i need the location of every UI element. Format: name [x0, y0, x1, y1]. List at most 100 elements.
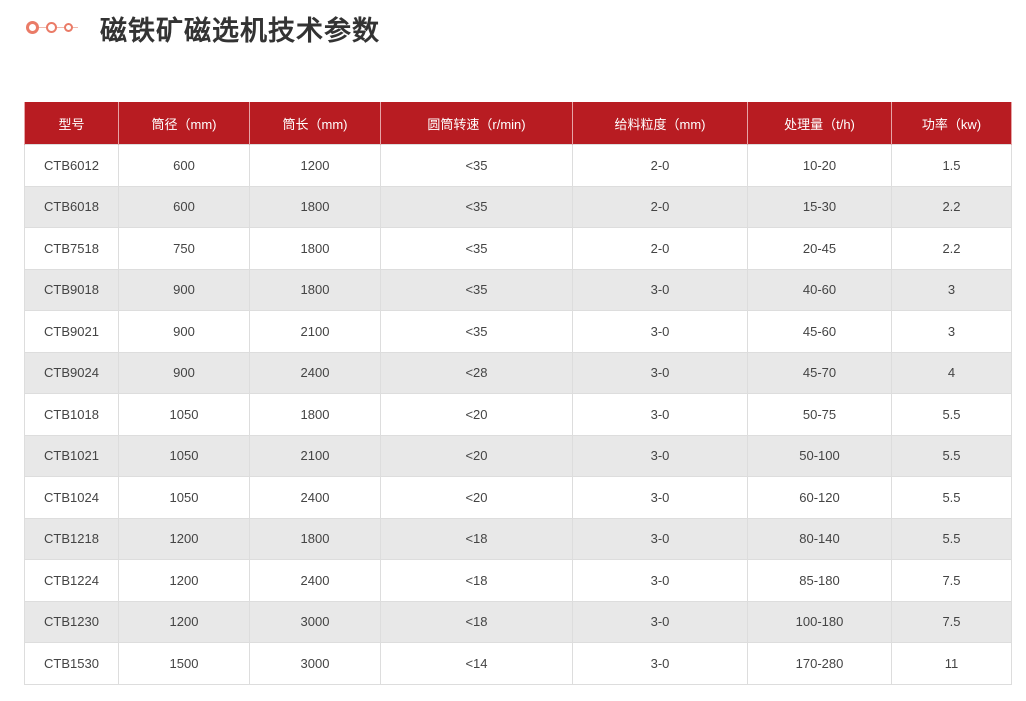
cell-drum-length: 1800 — [249, 227, 381, 270]
cell-drum-speed: <18 — [380, 517, 573, 560]
cell-feed-size: 3-0 — [572, 600, 748, 643]
cell-drum-diameter: 600 — [118, 185, 250, 228]
cell-model: CTB6012 — [24, 144, 119, 187]
table-row: CTB6018 600 1800 <35 2-0 15-30 2.2 — [24, 185, 1012, 228]
cell-model: CTB7518 — [24, 227, 119, 270]
cell-drum-diameter: 1200 — [118, 517, 250, 560]
cell-capacity: 10-20 — [747, 144, 892, 187]
cell-drum-speed: <20 — [380, 476, 573, 519]
cell-drum-length: 2100 — [249, 310, 381, 353]
cell-power: 1.5 — [891, 144, 1012, 187]
header-drum-speed: 圆筒转速（r/min) — [380, 102, 573, 145]
table-row: CTB9024 900 2400 <28 3-0 45-70 4 — [24, 351, 1012, 394]
cell-capacity: 45-60 — [747, 310, 892, 353]
table-row: CTB1018 1050 1800 <20 3-0 50-75 5.5 — [24, 393, 1012, 436]
cell-drum-speed: <18 — [380, 559, 573, 602]
cell-drum-length: 1200 — [249, 144, 381, 187]
table-row: CTB1224 1200 2400 <18 3-0 85-180 7.5 — [24, 559, 1012, 602]
table-row: CTB9018 900 1800 <35 3-0 40-60 3 — [24, 268, 1012, 311]
table-header-row: 型号 筒径（mm) 筒长（mm) 圆筒转速（r/min) 给料粒度（mm) 处理… — [24, 102, 1012, 145]
cell-feed-size: 2-0 — [572, 227, 748, 270]
cell-model: CTB9021 — [24, 310, 119, 353]
header-power: 功率（kw) — [891, 102, 1012, 145]
cell-model: CTB1021 — [24, 434, 119, 477]
cell-drum-diameter: 1050 — [118, 476, 250, 519]
cell-drum-diameter: 600 — [118, 144, 250, 187]
header-feed-size: 给料粒度（mm) — [572, 102, 748, 145]
cell-drum-speed: <20 — [380, 434, 573, 477]
cell-power: 2.2 — [891, 185, 1012, 228]
cell-power: 7.5 — [891, 600, 1012, 643]
cell-drum-length: 1800 — [249, 185, 381, 228]
cell-drum-diameter: 900 — [118, 351, 250, 394]
cell-feed-size: 3-0 — [572, 268, 748, 311]
table-row: CTB1530 1500 3000 <14 3-0 170-280 11 — [24, 642, 1012, 685]
cell-drum-speed: <35 — [380, 227, 573, 270]
cell-drum-length: 1800 — [249, 393, 381, 436]
cell-model: CTB1018 — [24, 393, 119, 436]
cell-feed-size: 3-0 — [572, 434, 748, 477]
cell-power: 5.5 — [891, 393, 1012, 436]
cell-model: CTB1224 — [24, 559, 119, 602]
cell-drum-length: 2100 — [249, 434, 381, 477]
decorative-dots-icon — [26, 18, 82, 38]
cell-drum-length: 2400 — [249, 476, 381, 519]
table-row: CTB1218 1200 1800 <18 3-0 80-140 5.5 — [24, 517, 1012, 560]
cell-model: CTB9018 — [24, 268, 119, 311]
cell-drum-diameter: 900 — [118, 268, 250, 311]
cell-capacity: 50-75 — [747, 393, 892, 436]
cell-feed-size: 3-0 — [572, 310, 748, 353]
cell-model: CTB1530 — [24, 642, 119, 685]
header-capacity: 处理量（t/h) — [747, 102, 892, 145]
table-row: CTB1021 1050 2100 <20 3-0 50-100 5.5 — [24, 434, 1012, 477]
cell-drum-diameter: 900 — [118, 310, 250, 353]
cell-drum-diameter: 1200 — [118, 600, 250, 643]
cell-power: 3 — [891, 310, 1012, 353]
cell-model: CTB1024 — [24, 476, 119, 519]
cell-feed-size: 3-0 — [572, 351, 748, 394]
header-drum-diameter: 筒径（mm) — [118, 102, 250, 145]
table-row: CTB1230 1200 3000 <18 3-0 100-180 7.5 — [24, 600, 1012, 643]
cell-drum-diameter: 1050 — [118, 393, 250, 436]
cell-model: CTB6018 — [24, 185, 119, 228]
cell-power: 11 — [891, 642, 1012, 685]
cell-capacity: 80-140 — [747, 517, 892, 560]
cell-capacity: 100-180 — [747, 600, 892, 643]
spec-table: 型号 筒径（mm) 筒长（mm) 圆筒转速（r/min) 给料粒度（mm) 处理… — [24, 102, 1012, 685]
cell-capacity: 85-180 — [747, 559, 892, 602]
cell-feed-size: 2-0 — [572, 144, 748, 187]
table-row: CTB6012 600 1200 <35 2-0 10-20 1.5 — [24, 144, 1012, 187]
cell-drum-length: 2400 — [249, 351, 381, 394]
cell-capacity: 50-100 — [747, 434, 892, 477]
cell-drum-length: 2400 — [249, 559, 381, 602]
cell-capacity: 170-280 — [747, 642, 892, 685]
cell-drum-speed: <18 — [380, 600, 573, 643]
cell-drum-diameter: 1050 — [118, 434, 250, 477]
cell-drum-speed: <35 — [380, 310, 573, 353]
cell-drum-diameter: 1200 — [118, 559, 250, 602]
cell-drum-speed: <35 — [380, 185, 573, 228]
cell-drum-speed: <35 — [380, 144, 573, 187]
cell-model: CTB9024 — [24, 351, 119, 394]
cell-feed-size: 3-0 — [572, 476, 748, 519]
page-title: 磁铁矿磁选机技术参数 — [100, 15, 380, 47]
cell-feed-size: 2-0 — [572, 185, 748, 228]
cell-capacity: 20-45 — [747, 227, 892, 270]
cell-drum-length: 1800 — [249, 517, 381, 560]
header-drum-length: 筒长（mm) — [249, 102, 381, 145]
cell-capacity: 60-120 — [747, 476, 892, 519]
cell-feed-size: 3-0 — [572, 559, 748, 602]
cell-power: 5.5 — [891, 476, 1012, 519]
cell-drum-speed: <14 — [380, 642, 573, 685]
cell-drum-diameter: 1500 — [118, 642, 250, 685]
cell-capacity: 45-70 — [747, 351, 892, 394]
cell-drum-diameter: 750 — [118, 227, 250, 270]
cell-power: 4 — [891, 351, 1012, 394]
cell-feed-size: 3-0 — [572, 393, 748, 436]
table-row: CTB7518 750 1800 <35 2-0 20-45 2.2 — [24, 227, 1012, 270]
cell-drum-speed: <35 — [380, 268, 573, 311]
cell-drum-speed: <28 — [380, 351, 573, 394]
cell-drum-length: 3000 — [249, 600, 381, 643]
page-header: 磁铁矿磁选机技术参数 — [26, 8, 380, 48]
cell-drum-length: 1800 — [249, 268, 381, 311]
